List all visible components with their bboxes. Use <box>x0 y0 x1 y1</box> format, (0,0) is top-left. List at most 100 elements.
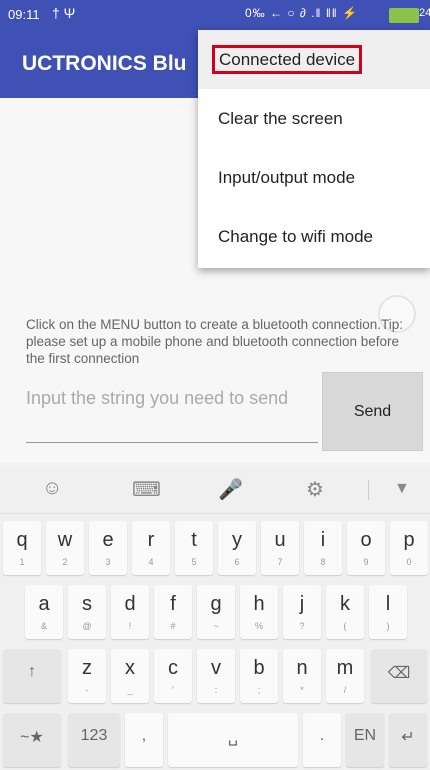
key-l[interactable]: l) <box>369 585 407 639</box>
enter-key-label: ↵ <box>401 729 415 746</box>
enter-key[interactable]: ↵ <box>389 713 427 767</box>
backspace-key[interactable]: ⌫ <box>371 649 427 703</box>
menu-item-change-wifi-mode[interactable]: Change to wifi mode <box>198 207 430 266</box>
key-u[interactable]: u7 <box>261 521 299 575</box>
key-c-secondary: ' <box>172 685 174 695</box>
key-f-label: f <box>170 593 176 615</box>
symbols-key[interactable]: ~★ <box>3 713 61 767</box>
key-c-label: c <box>168 657 178 679</box>
key-z[interactable]: z- <box>68 649 106 703</box>
key-u-secondary: 7 <box>277 557 283 567</box>
key-f-secondary: # <box>170 621 176 631</box>
key-n[interactable]: n * <box>283 649 321 703</box>
key-l-secondary: ) <box>386 621 390 631</box>
microphone-icon[interactable]: 🎤 <box>218 477 243 502</box>
key-f[interactable]: f # <box>154 585 192 639</box>
space-key-label: ␣ <box>227 729 239 746</box>
key-x[interactable]: x _ <box>111 649 149 703</box>
menu-item-input-output-mode[interactable]: Input/output mode <box>198 148 430 207</box>
key-q-secondary: 1 <box>19 557 25 567</box>
battery-icon <box>389 8 419 23</box>
key-s[interactable]: s @ <box>68 585 106 639</box>
comma-key[interactable]: , <box>125 713 163 767</box>
key-b[interactable]: b; <box>240 649 278 703</box>
period-key-label: . <box>319 727 325 744</box>
key-x-label: x <box>125 657 135 679</box>
key-r[interactable]: r4 <box>132 521 170 575</box>
key-i-label: i <box>320 529 326 551</box>
numbers-key[interactable]: 123 <box>68 713 120 767</box>
key-b-label: b <box>253 657 265 679</box>
key-y[interactable]: y6 <box>218 521 256 575</box>
key-n-label: n <box>296 657 308 679</box>
status-bar: 09:11 † Ψ 0‰ ← ○ ∂ .‖ ‖‖ ⚡ 24 <box>0 0 430 30</box>
key-c[interactable]: c ' <box>154 649 192 703</box>
shift-key[interactable]: ↑ <box>3 649 61 703</box>
language-key[interactable]: EN <box>346 713 384 767</box>
key-h-label: h <box>253 593 265 615</box>
key-y-secondary: 6 <box>234 557 240 567</box>
period-key[interactable]: . <box>303 713 341 767</box>
key-v[interactable]: v: <box>197 649 235 703</box>
key-m-label: m <box>336 657 354 679</box>
keyboard-toolbar: ☺ ⌨ 🎤 ⚙ ▼ <box>0 467 430 514</box>
space-key[interactable]: ␣ <box>168 713 298 767</box>
key-s-secondary: @ <box>82 621 92 631</box>
key-l-label: l <box>385 593 391 615</box>
key-d-label: d <box>124 593 136 615</box>
key-y-label: y <box>232 529 242 551</box>
key-z-label: z <box>82 657 92 679</box>
emoji-icon[interactable]: ☺ <box>42 477 62 500</box>
key-n-secondary: * <box>300 685 304 695</box>
keyboard-icon[interactable]: ⌨ <box>132 477 161 502</box>
key-u-label: u <box>274 529 286 551</box>
key-r-label: r <box>147 529 155 551</box>
key-e-secondary: 3 <box>105 557 111 567</box>
symbols-key-label: ~★ <box>20 729 44 746</box>
key-p[interactable]: p0 <box>390 521 428 575</box>
key-i-secondary: 8 <box>320 557 326 567</box>
key-m-secondary: / <box>343 685 347 695</box>
collapse-keyboard-icon[interactable]: ▼ <box>394 480 410 498</box>
key-x-secondary: _ <box>127 685 133 695</box>
message-input[interactable]: Input the string you need to send <box>26 386 318 443</box>
key-w-label: w <box>57 529 73 551</box>
language-key-label: EN <box>353 727 377 744</box>
backspace-key-label: ⌫ <box>387 665 411 682</box>
key-t-secondary: 5 <box>191 557 197 567</box>
key-q[interactable]: q1 <box>3 521 41 575</box>
app-title: UCTRONICS Blu <box>22 52 187 75</box>
send-button[interactable]: Send <box>322 372 423 451</box>
status-time: 09:11 <box>8 7 40 22</box>
key-e-label: e <box>102 529 114 551</box>
menu-item-connected-device[interactable]: Connected device <box>198 30 430 89</box>
menu-item-clear-screen[interactable]: Clear the screen <box>198 89 430 148</box>
key-g[interactable]: g ~ <box>197 585 235 639</box>
menu-item-label: Connected device <box>212 45 363 74</box>
key-j-label: j <box>299 593 305 615</box>
key-k[interactable]: k( <box>326 585 364 639</box>
key-a[interactable]: a & <box>25 585 63 639</box>
key-e[interactable]: e3 <box>89 521 127 575</box>
numbers-key-label: 123 <box>80 727 108 744</box>
key-o-secondary: 9 <box>363 557 369 567</box>
key-w[interactable]: w2 <box>46 521 84 575</box>
key-d[interactable]: d! <box>111 585 149 639</box>
key-v-label: v <box>211 657 221 679</box>
settings-icon[interactable]: ⚙ <box>306 477 324 502</box>
key-q-label: q <box>16 529 28 551</box>
key-h[interactable]: h% <box>240 585 278 639</box>
key-j[interactable]: j? <box>283 585 321 639</box>
key-i[interactable]: i8 <box>304 521 342 575</box>
key-o-label: o <box>360 529 372 551</box>
key-b-secondary: ; <box>257 685 261 695</box>
toolbar-divider <box>368 480 369 500</box>
key-a-label: a <box>38 593 50 615</box>
key-k-secondary: ( <box>343 621 347 631</box>
key-m[interactable]: m / <box>326 649 364 703</box>
key-r-secondary: 4 <box>148 557 154 567</box>
key-d-secondary: ! <box>128 621 132 631</box>
key-t[interactable]: t5 <box>175 521 213 575</box>
overflow-menu: Connected device Clear the screen Input/… <box>198 30 430 268</box>
key-o[interactable]: o9 <box>347 521 385 575</box>
